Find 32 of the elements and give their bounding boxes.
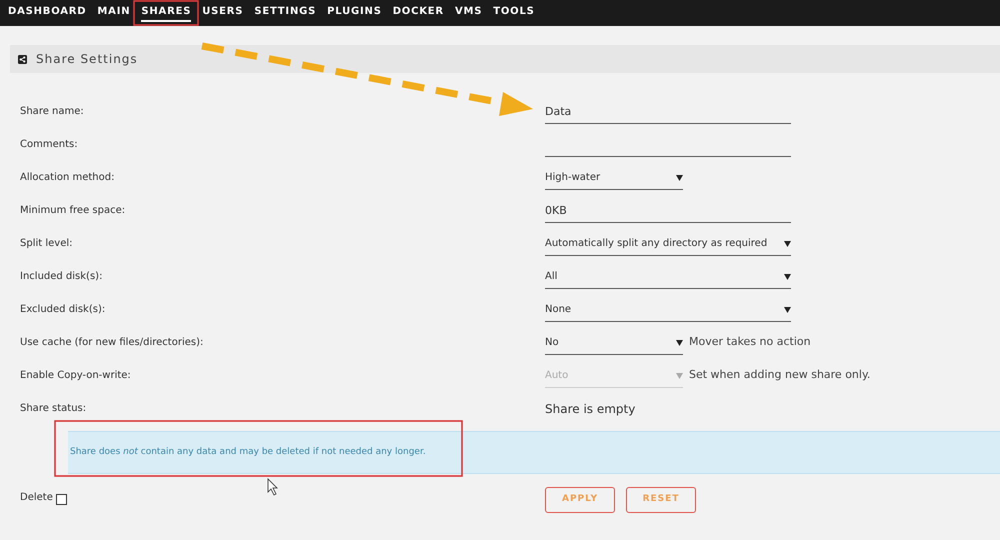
panel-title: Share Settings <box>36 51 138 68</box>
hint-text: Set when adding new share only. <box>689 367 870 384</box>
hint-text: Mover takes no action <box>689 334 811 350</box>
field-label: Enable Copy-on-write: <box>20 369 132 383</box>
status-text: Share is empty <box>545 400 636 418</box>
field-label: Share name: <box>20 105 85 119</box>
dropdown[interactable]: High-water <box>545 166 683 190</box>
dropdown[interactable]: All <box>545 264 791 288</box>
nav-tab[interactable]: DOCKER <box>392 4 444 22</box>
field-label: Included disk(s): <box>20 270 104 284</box>
nav-tab[interactable]: DASHBOARD <box>8 4 86 22</box>
field-label: Allocation method: <box>20 171 116 185</box>
dropdown[interactable]: None <box>545 298 791 322</box>
field-label: Excluded disk(s): <box>20 303 106 317</box>
nav-tab[interactable]: SETTINGS <box>254 4 316 22</box>
field-label: Split level: <box>20 237 74 251</box>
delete-label: Delete <box>20 490 53 504</box>
nav-tab[interactable]: MAIN <box>97 4 130 22</box>
text-field[interactable]: 0KB <box>545 198 791 222</box>
nav-tab[interactable]: SHARES <box>141 4 192 22</box>
field-label: Minimum free space: <box>20 204 126 218</box>
dropdown[interactable]: Automatically split any directory as required <box>545 232 791 256</box>
nav-tab[interactable]: TOOLS <box>493 4 535 22</box>
field-label: Use cache (for new files/directories): <box>20 336 204 350</box>
nav-tab[interactable]: USERS <box>202 4 244 22</box>
text-field[interactable]: Data <box>545 100 791 124</box>
dropdown[interactable]: No <box>545 330 683 354</box>
nav-tab[interactable]: PLUGINS <box>327 4 382 22</box>
field-label: Share status: <box>20 402 88 416</box>
notice-text: Share does not contain any data and may be deleted if not needed any longer. <box>70 446 426 459</box>
field-label: Comments: <box>20 138 79 152</box>
nav-tab[interactable]: VMS <box>454 4 482 22</box>
